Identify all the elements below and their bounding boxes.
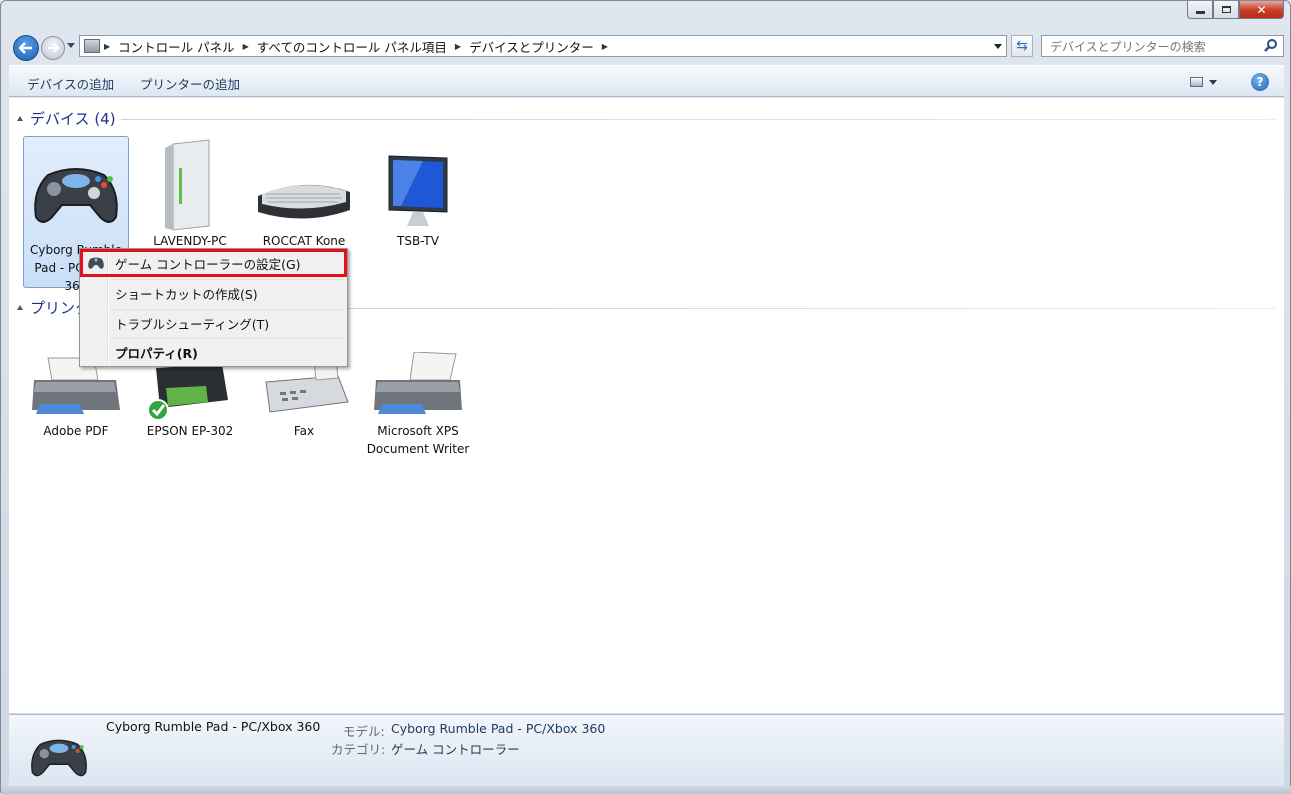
refresh-button[interactable]: ⇆ bbox=[1011, 35, 1033, 57]
group-divider bbox=[121, 119, 1276, 120]
printer-label: EPSON EP-302 bbox=[146, 424, 234, 438]
caption-buttons: ✕ bbox=[1187, 1, 1284, 19]
change-view-button[interactable] bbox=[1190, 74, 1224, 90]
devices-group-header[interactable]: デバイス (4) bbox=[17, 108, 116, 129]
navigation-bar: ▶ コントロール パネル ▶ すべてのコントロール パネル項目 ▶ デバイスとプ… bbox=[9, 31, 1284, 61]
chevron-right-icon[interactable]: ▶ bbox=[453, 42, 463, 51]
add-printer-button[interactable]: プリンターの追加 bbox=[140, 74, 240, 93]
group-divider bbox=[259, 308, 1276, 309]
printer-label: Adobe PDF bbox=[43, 424, 109, 438]
device-item-computer[interactable]: LAVENDY-PC bbox=[137, 136, 243, 250]
address-bar[interactable]: ▶ コントロール パネル ▶ すべてのコントロール パネル項目 ▶ デバイスとプ… bbox=[79, 35, 1007, 57]
chevron-down-icon bbox=[1209, 79, 1217, 85]
explorer-window: ✕ ▶ コントロール パネル ▶ すべてのコントロール パネル項目 ▶ デバイス… bbox=[0, 0, 1291, 794]
menu-item-troubleshoot[interactable]: トラブルシューティング(T) bbox=[82, 310, 345, 336]
breadcrumb-devices-printers[interactable]: デバイスとプリンター bbox=[463, 37, 600, 56]
computer-tower-icon bbox=[165, 139, 210, 231]
context-menu: ゲーム コントローラーの設定(G) ショートカットの作成(S) トラブルシューテ… bbox=[79, 248, 348, 367]
chevron-right-icon[interactable]: ▶ bbox=[241, 42, 251, 51]
back-button[interactable] bbox=[13, 35, 39, 61]
chevron-right-icon[interactable]: ▶ bbox=[102, 42, 112, 51]
gamepad-icon bbox=[34, 168, 118, 223]
details-device-name: Cyborg Rumble Pad - PC/Xbox 360 bbox=[106, 719, 321, 734]
refresh-icon: ⇆ bbox=[1016, 38, 1028, 54]
device-item-keyboard[interactable]: ROCCAT Kone bbox=[251, 136, 357, 250]
details-model-value: Cyborg Rumble Pad - PC/Xbox 360 bbox=[391, 721, 606, 736]
printer-icon bbox=[374, 352, 462, 414]
address-history-dropdown[interactable] bbox=[994, 44, 1002, 49]
menu-item-label: ショートカットの作成(S) bbox=[115, 286, 258, 302]
menu-item-properties[interactable]: プロパティ(R) bbox=[82, 339, 345, 365]
search-box[interactable] bbox=[1041, 35, 1284, 57]
details-model-key: モデル: bbox=[343, 724, 385, 739]
devices-content-pane: デバイス (4) Cyborg Rumble Pad - PC/Xbox 360… bbox=[9, 98, 1284, 713]
details-category-value: ゲーム コントローラー bbox=[391, 742, 520, 757]
keyboard-icon bbox=[258, 184, 350, 219]
gamepad-icon bbox=[31, 739, 87, 777]
breadcrumb-control-panel[interactable]: コントロール パネル bbox=[112, 37, 240, 56]
collapse-arrow-icon bbox=[17, 116, 23, 121]
maximize-icon bbox=[1221, 6, 1231, 13]
menu-item-game-controller-settings[interactable]: ゲーム コントローラーの設定(G) bbox=[82, 250, 345, 276]
menu-item-label: ゲーム コントローラーの設定(G) bbox=[115, 256, 301, 272]
menu-item-label: トラブルシューティング(T) bbox=[115, 316, 270, 332]
collapse-arrow-icon bbox=[17, 305, 23, 310]
device-label: TSB-TV bbox=[397, 234, 439, 248]
command-bar: デバイスの追加 プリンターの追加 ? bbox=[9, 65, 1284, 97]
minimize-icon bbox=[1195, 11, 1205, 14]
close-button[interactable]: ✕ bbox=[1239, 1, 1284, 19]
printer-label: Microsoft XPS Document Writer bbox=[366, 424, 470, 456]
menu-item-label: プロパティ(R) bbox=[115, 345, 198, 361]
printer-item-xps[interactable]: Microsoft XPS Document Writer bbox=[365, 352, 471, 458]
details-pane: Cyborg Rumble Pad - PC/Xbox 360 モデル: Cyb… bbox=[9, 714, 1284, 786]
minimize-button[interactable] bbox=[1187, 1, 1213, 19]
maximize-button[interactable] bbox=[1213, 1, 1239, 19]
control-panel-icon bbox=[84, 39, 100, 53]
search-icon[interactable] bbox=[1263, 38, 1279, 54]
forward-button[interactable] bbox=[41, 36, 65, 60]
gamepad-settings-icon bbox=[88, 257, 104, 269]
recent-pages-dropdown[interactable] bbox=[67, 43, 75, 48]
add-device-button[interactable]: デバイスの追加 bbox=[27, 74, 114, 93]
printer-label: Fax bbox=[293, 424, 315, 438]
arrow-left-icon bbox=[19, 42, 32, 54]
chevron-right-icon[interactable]: ▶ bbox=[600, 42, 610, 51]
devices-group-title: デバイス (4) bbox=[30, 110, 116, 128]
device-item-tv[interactable]: TSB-TV bbox=[365, 136, 471, 250]
menu-item-create-shortcut[interactable]: ショートカットの作成(S) bbox=[82, 280, 345, 306]
details-category-key: カテゴリ: bbox=[331, 742, 386, 757]
arrow-right-icon bbox=[48, 43, 59, 53]
help-icon[interactable]: ? bbox=[1251, 73, 1269, 91]
search-input[interactable] bbox=[1048, 37, 1262, 57]
breadcrumb-all-items[interactable]: すべてのコントロール パネル項目 bbox=[251, 37, 453, 56]
close-icon: ✕ bbox=[1256, 2, 1267, 17]
monitor-icon bbox=[388, 155, 448, 226]
view-icon bbox=[1190, 77, 1203, 87]
